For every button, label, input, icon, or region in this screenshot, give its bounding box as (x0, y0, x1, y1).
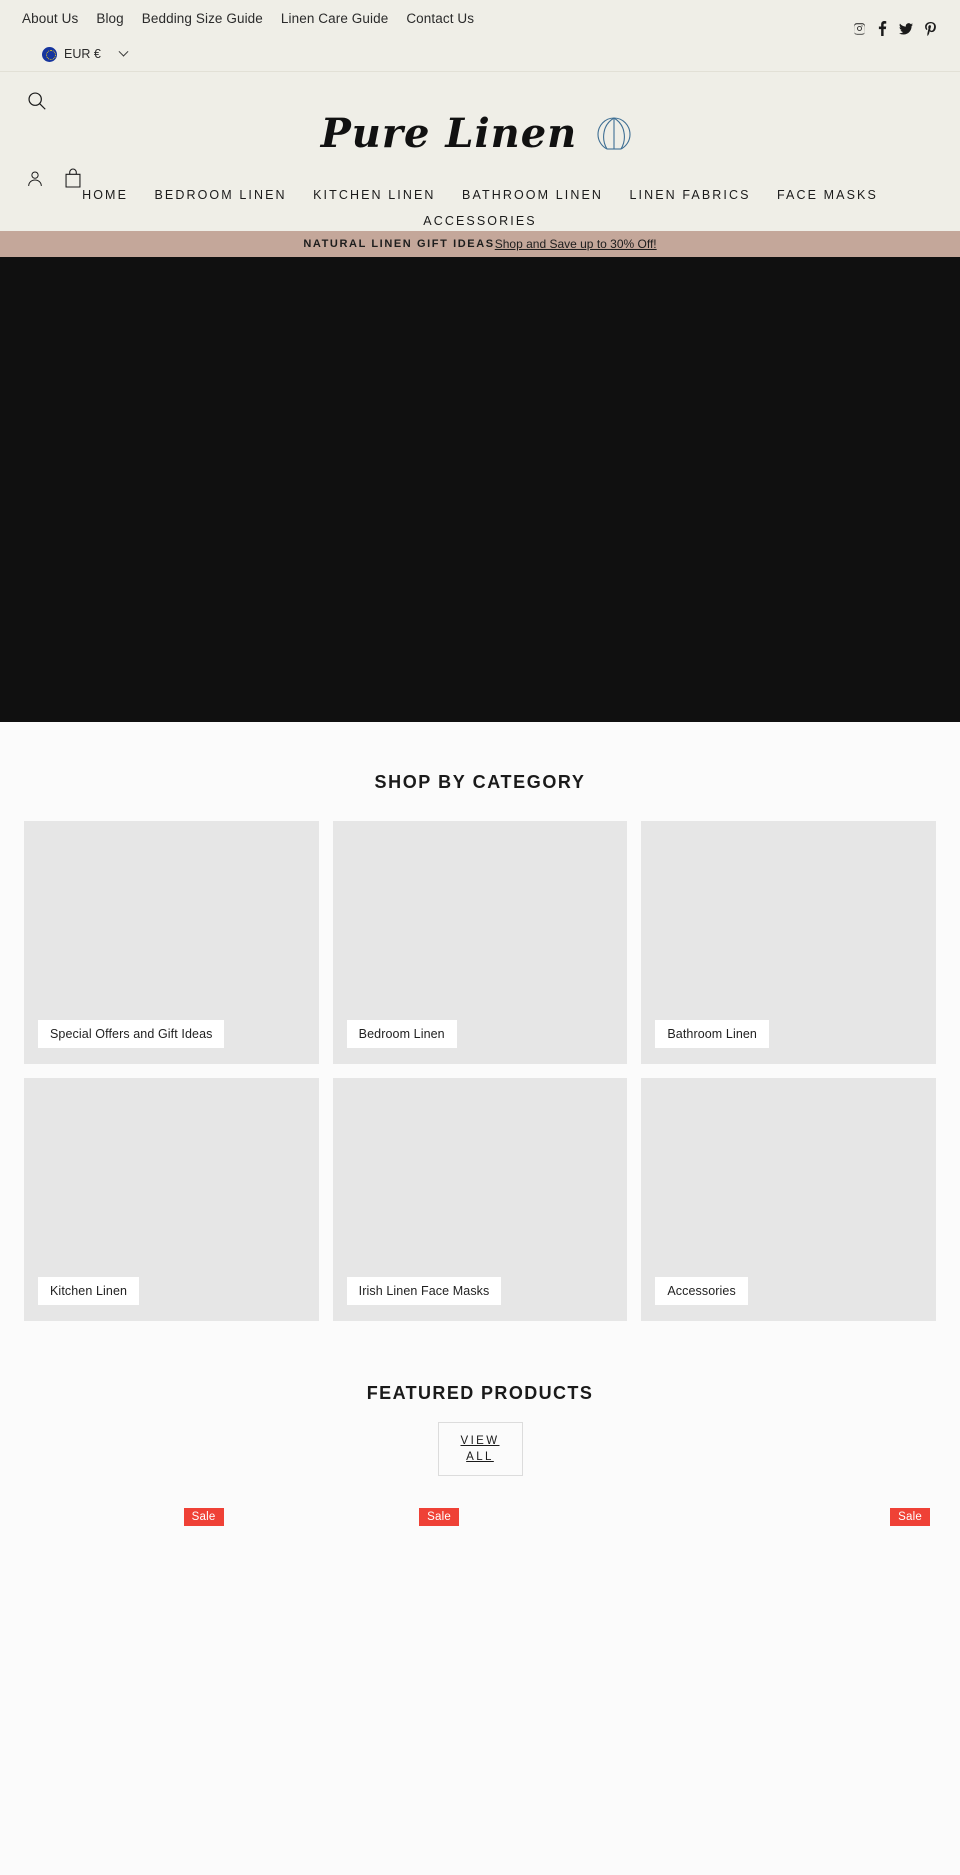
main-navigation: HOME BEDROOM LINEN KITCHEN LINEN BATHROO… (0, 182, 960, 234)
category-label: Bedroom Linen (346, 1020, 457, 1048)
search-icon[interactable] (26, 90, 50, 114)
category-grid-row-2: Kitchen Linen Irish Linen Face Masks Acc… (0, 1078, 960, 1321)
top-utility-bar: About Us Blog Bedding Size Guide Linen C… (0, 0, 960, 72)
view-all-line-2: ALL (466, 1451, 494, 1463)
announcement-link[interactable]: Shop and Save up to 30% Off! (495, 237, 657, 251)
chevron-down-icon (118, 46, 129, 57)
instagram-icon[interactable] (853, 22, 866, 35)
currency-label: EUR € (64, 47, 101, 61)
page-title: SHOP BY CATEGORY (374, 772, 586, 792)
site-header: Pure Linen HOME BEDROOM LINEN KITCHEN LI… (0, 72, 960, 231)
view-all-line-1: VIEW (460, 1435, 500, 1447)
featured-products-section: FEATURED PRODUCTS VIEW ALL Sale Sale Sal… (0, 1321, 960, 1700)
category-label: Bathroom Linen (655, 1020, 769, 1048)
announcement-bar: NATURAL LINEN GIFT IDEAS Shop and Save up… (0, 231, 960, 257)
category-card-kitchen-linen[interactable]: Kitchen Linen (24, 1078, 319, 1321)
currency-selector[interactable]: EUR € (42, 46, 129, 62)
category-card-bathroom-linen[interactable]: Bathroom Linen (641, 821, 936, 1064)
site-logo[interactable]: Pure Linen (0, 114, 960, 154)
topbar-link-bedding-size-guide[interactable]: Bedding Size Guide (142, 11, 263, 26)
shop-by-category-section: SHOP BY CATEGORY Special Offers and Gift… (0, 722, 960, 1321)
topbar-link-contact-us[interactable]: Contact Us (406, 11, 474, 26)
product-card[interactable]: Sale (24, 1500, 230, 1700)
nav-item-bathroom-linen[interactable]: BATHROOM LINEN (462, 182, 603, 208)
category-label: Irish Linen Face Masks (346, 1277, 502, 1305)
nav-item-bedroom-linen[interactable]: BEDROOM LINEN (154, 182, 286, 208)
nav-item-home[interactable]: HOME (82, 182, 128, 208)
pinterest-icon[interactable] (925, 21, 936, 36)
featured-products-title: FEATURED PRODUCTS (366, 1383, 594, 1403)
sale-badge: Sale (419, 1508, 459, 1526)
topbar-link-linen-care-guide[interactable]: Linen Care Guide (281, 11, 388, 26)
facebook-icon[interactable] (878, 21, 887, 36)
product-card[interactable]: Sale (259, 1500, 465, 1700)
category-card-special-offers[interactable]: Special Offers and Gift Ideas (24, 821, 319, 1064)
sale-badge: Sale (890, 1508, 930, 1526)
product-card[interactable]: Sale (730, 1500, 936, 1700)
logo-text: Pure Linen (320, 110, 578, 157)
category-card-bedroom-linen[interactable]: Bedroom Linen (332, 821, 628, 1064)
category-label: Special Offers and Gift Ideas (38, 1020, 225, 1048)
social-links (853, 21, 936, 36)
topbar-link-blog[interactable]: Blog (96, 11, 123, 26)
topbar-link-list: About Us Blog Bedding Size Guide Linen C… (0, 0, 960, 36)
announcement-text: NATURAL LINEN GIFT IDEAS (303, 238, 495, 250)
category-label: Accessories (655, 1277, 748, 1305)
nav-item-face-masks[interactable]: FACE MASKS (777, 182, 878, 208)
eu-flag-icon (42, 46, 57, 62)
category-grid-row-1: Special Offers and Gift Ideas Bedroom Li… (0, 821, 960, 1064)
nav-item-accessories[interactable]: ACCESSORIES (423, 208, 536, 234)
product-grid: Sale Sale Sale (0, 1500, 960, 1700)
nav-item-linen-fabrics[interactable]: LINEN FABRICS (629, 182, 750, 208)
category-card-face-masks[interactable]: Irish Linen Face Masks (332, 1078, 628, 1321)
view-all-button[interactable]: VIEW ALL (437, 1422, 523, 1476)
sale-badge: Sale (183, 1508, 224, 1526)
category-label: Kitchen Linen (38, 1277, 140, 1305)
shell-icon (597, 117, 631, 150)
nav-item-kitchen-linen[interactable]: KITCHEN LINEN (313, 182, 435, 208)
category-card-accessories[interactable]: Accessories (641, 1078, 936, 1321)
topbar-link-about-us[interactable]: About Us (22, 11, 78, 26)
currency-row: EUR € (0, 36, 960, 72)
twitter-icon[interactable] (899, 22, 913, 35)
hero-banner[interactable] (0, 257, 960, 722)
view-all-wrap: VIEW ALL (0, 1404, 960, 1500)
product-card[interactable] (495, 1500, 701, 1700)
